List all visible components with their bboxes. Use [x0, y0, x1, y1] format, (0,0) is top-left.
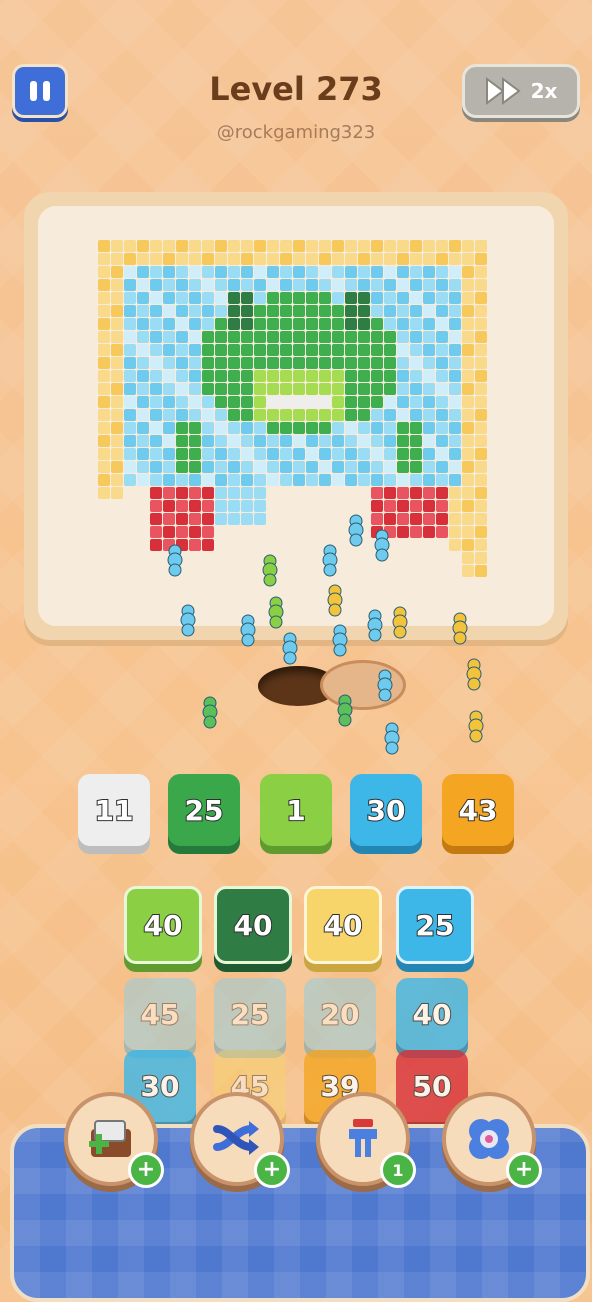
queue-tile-4[interactable]: 30: [350, 774, 422, 846]
speed-label: 2x: [530, 79, 558, 103]
grid-tile-r1c2[interactable]: 40: [214, 886, 292, 964]
grid-tile-r2c1[interactable]: 45: [124, 978, 196, 1050]
magnet-count-badge: 1: [380, 1152, 416, 1188]
queue-tile-1[interactable]: 11: [78, 774, 150, 846]
grid-tile-r1c4[interactable]: 25: [396, 886, 474, 964]
creator-handle: @rockgaming323: [216, 122, 376, 143]
frog-pixel-art: [98, 240, 487, 577]
magnet-booster-button[interactable]: 1: [316, 1092, 416, 1188]
queue-tile-5[interactable]: 43: [442, 774, 514, 846]
add-slot-booster-button[interactable]: +: [64, 1092, 164, 1188]
queue-tile-2[interactable]: 25: [168, 774, 240, 846]
add-slot-plus-badge: +: [128, 1152, 164, 1188]
grid-tile-r2c3[interactable]: 20: [304, 978, 376, 1050]
fan-plus-badge: +: [506, 1152, 542, 1188]
shuffle-booster-button[interactable]: +: [190, 1092, 290, 1188]
hole-lid: [320, 660, 406, 710]
grid-tile-r2c4[interactable]: 40: [396, 978, 468, 1050]
grid-tile-r1c1[interactable]: 40: [124, 886, 202, 964]
fast-forward-icon: [485, 77, 521, 105]
puzzle-board: [24, 192, 568, 640]
grid-tile-r1c3[interactable]: 40: [304, 886, 382, 964]
speed-button[interactable]: 2x: [462, 64, 580, 118]
grid-tile-r2c2[interactable]: 25: [214, 978, 286, 1050]
queue-tile-3[interactable]: 1: [260, 774, 332, 846]
shuffle-plus-badge: +: [254, 1152, 290, 1188]
fan-booster-button[interactable]: +: [442, 1092, 542, 1188]
